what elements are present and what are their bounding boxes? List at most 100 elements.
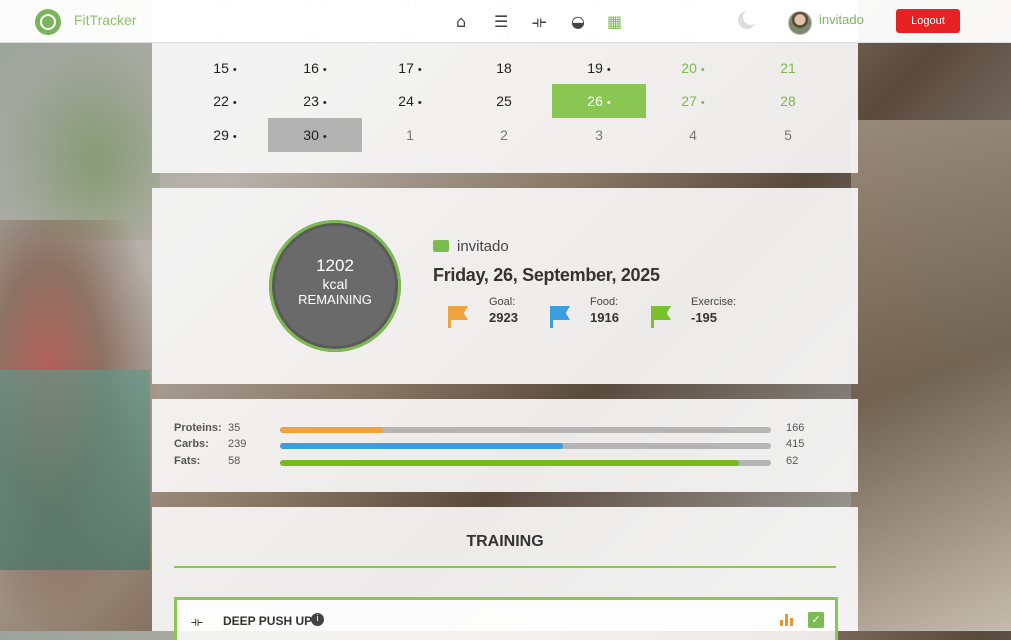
macro-progress-fill — [280, 443, 563, 449]
macro-max: 415 — [786, 438, 805, 450]
calendar-day-label: 21 — [780, 60, 796, 76]
exercise-card[interactable]: ⟛ DEEP PUSH UP i ✓ — [174, 597, 838, 640]
calendar-day-label: 5 — [784, 127, 792, 143]
macro-max: 62 — [786, 455, 799, 467]
calendar-day-dot: • — [232, 131, 237, 143]
avatar[interactable] — [788, 11, 812, 35]
calendar-day-label: 16 — [303, 60, 319, 76]
calendar-day-dot: • — [322, 64, 327, 76]
calendar-day-dot: • — [417, 64, 422, 76]
calendar-day[interactable]: 27 • — [646, 84, 740, 118]
exercise-label: Exercise: — [691, 296, 737, 308]
macro-value: 35 — [228, 422, 241, 434]
macro-name: Fats: — [174, 455, 201, 467]
food-value: 1916 — [590, 310, 619, 325]
calendar-day[interactable]: 16 • — [268, 51, 362, 85]
macro-progress-track — [280, 443, 771, 449]
selected-date: Friday, 26, September, 2025 — [433, 265, 660, 285]
calendar-day[interactable]: 18 — [457, 51, 551, 85]
calendar-day[interactable]: 2 — [457, 118, 551, 152]
calories-remaining: 1202 — [316, 256, 354, 275]
food-icon[interactable]: ◒ — [571, 12, 585, 31]
macro-name: Carbs: — [174, 438, 209, 450]
dumbbell-icon: ⟛ — [191, 615, 203, 630]
macro-value: 58 — [228, 455, 241, 467]
calendar-day[interactable]: 22 • — [178, 84, 272, 118]
logout-button[interactable]: Logout — [896, 9, 960, 33]
exercise-value: -195 — [691, 310, 718, 325]
calendar-day-label: 18 — [496, 60, 512, 76]
calendar-day-label: 27 — [681, 93, 697, 109]
calendar-day-label: 30 — [303, 127, 319, 143]
calendar-day-label: 28 — [780, 93, 796, 109]
calendar-day[interactable]: 19 • — [552, 51, 646, 85]
macro-name: Proteins: — [174, 422, 222, 434]
macro-progress-fill — [280, 460, 740, 466]
calendar-day-dot: • — [606, 97, 611, 109]
exercise-name[interactable]: DEEP PUSH UP — [223, 614, 312, 628]
goal-label: Goal: — [489, 296, 516, 308]
calendar-day[interactable]: 30 • — [268, 118, 362, 152]
calendar-day-dot: • — [700, 97, 705, 109]
calendar-day[interactable]: 21 — [741, 51, 835, 85]
home-icon[interactable]: ⌂ — [456, 12, 466, 31]
calendar-day-label: 15 — [213, 60, 229, 76]
username[interactable]: invitado — [819, 12, 864, 27]
calendar-icon[interactable]: ▦ — [607, 12, 622, 31]
exercise-flag-icon — [651, 306, 671, 328]
calendar-day[interactable]: 20 • — [646, 51, 740, 85]
calendar-day[interactable]: 17 • — [363, 51, 457, 85]
food-flag-icon — [550, 306, 570, 328]
training-title: TRAINING — [466, 533, 544, 550]
calendar-day-label: 4 — [689, 127, 697, 143]
calendar-day[interactable]: 25 — [457, 84, 551, 118]
calendar-day[interactable]: 29 • — [178, 118, 272, 152]
macros-panel: Proteins: 35 166 Carbs: 239 415 Fats: 58… — [152, 399, 858, 492]
calendar-day-label: 20 — [681, 60, 697, 76]
profile-name: invitado — [457, 238, 509, 255]
calendar-day-label: 19 — [587, 60, 603, 76]
macro-row: Carbs: 239 415 — [174, 438, 824, 452]
macro-row: Fats: 58 62 — [174, 455, 824, 469]
logo-icon[interactable] — [35, 9, 61, 35]
calendar-day-label: 3 — [595, 127, 603, 143]
calendar-day-label: 29 — [213, 127, 229, 143]
top-bar: FitTracker ⌂ ☰ ⟛ ◒ ▦ invitado Logout — [0, 0, 1011, 43]
dumbbell-icon[interactable]: ⟛ — [532, 12, 547, 32]
calendar-day[interactable]: 28 — [741, 84, 835, 118]
calendar-day-dot: • — [417, 97, 422, 109]
remaining-label: REMAINING — [298, 292, 372, 307]
chart-icon[interactable] — [780, 614, 794, 626]
brand-name[interactable]: FitTracker — [74, 12, 136, 28]
calendar-day-label: 1 — [406, 127, 414, 143]
calorie-ring: 1202 kcal REMAINING — [269, 220, 401, 352]
moon-icon[interactable] — [738, 9, 759, 29]
goal-value: 2923 — [489, 310, 518, 325]
macro-row: Proteins: 35 166 — [174, 422, 824, 436]
calendar-day[interactable]: 24 • — [363, 84, 457, 118]
macro-max: 166 — [786, 422, 805, 434]
macro-value: 239 — [228, 438, 247, 450]
calendar-day-dot: • — [322, 131, 327, 143]
calendar-day[interactable]: 5 — [741, 118, 835, 152]
calendar-day-label: 2 — [500, 127, 508, 143]
calendar-day-dot: • — [700, 64, 705, 76]
calendar-day-label: 23 — [303, 93, 319, 109]
info-icon[interactable]: i — [311, 613, 324, 626]
calendar-day-label: 22 — [213, 93, 229, 109]
calendar-day[interactable]: 4 — [646, 118, 740, 152]
calendar-day[interactable]: 15 • — [178, 51, 272, 85]
calories-unit: kcal — [322, 276, 348, 292]
calendar-day-dot: • — [322, 97, 327, 109]
calendar-day[interactable]: 3 — [552, 118, 646, 152]
calendar-day[interactable]: 26 • — [552, 84, 646, 118]
food-label: Food: — [590, 296, 619, 308]
macro-progress-track — [280, 460, 771, 466]
calendar-day-dot: • — [232, 97, 237, 109]
calendar-day[interactable]: 23 • — [268, 84, 362, 118]
divider — [174, 566, 836, 568]
calendar-day[interactable]: 1 — [363, 118, 457, 152]
list-icon[interactable]: ☰ — [494, 12, 508, 31]
calendar-day-label: 17 — [398, 60, 414, 76]
completed-checkbox[interactable]: ✓ — [808, 612, 824, 628]
